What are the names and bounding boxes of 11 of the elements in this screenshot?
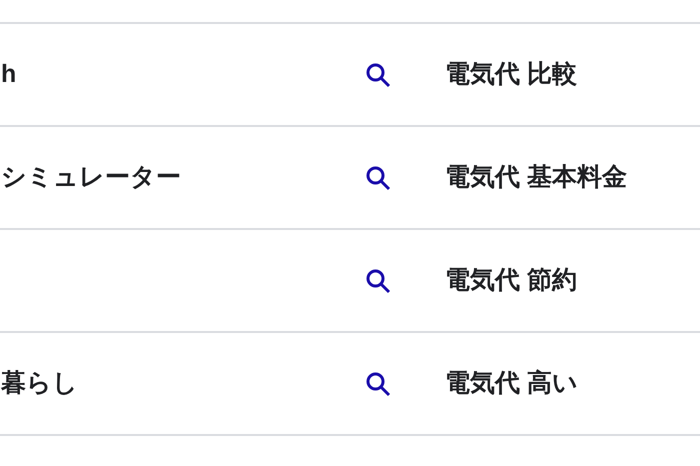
related-search-link[interactable]: 電気代 節約 <box>445 262 577 300</box>
search-icon <box>365 370 391 396</box>
related-search-link[interactable]: 電気代 基本料金 <box>445 158 627 196</box>
related-search-link[interactable]: 電気代 比較 <box>445 56 577 94</box>
search-icon <box>365 164 391 190</box>
search-icon <box>365 62 391 88</box>
related-search-link[interactable]: シミュレーター <box>1 162 181 191</box>
related-search-link[interactable]: 電気代 高い <box>445 364 578 402</box>
related-search-link[interactable]: 暮らし <box>1 368 78 397</box>
search-icon <box>365 268 391 294</box>
related-search-link[interactable]: h <box>1 60 16 88</box>
